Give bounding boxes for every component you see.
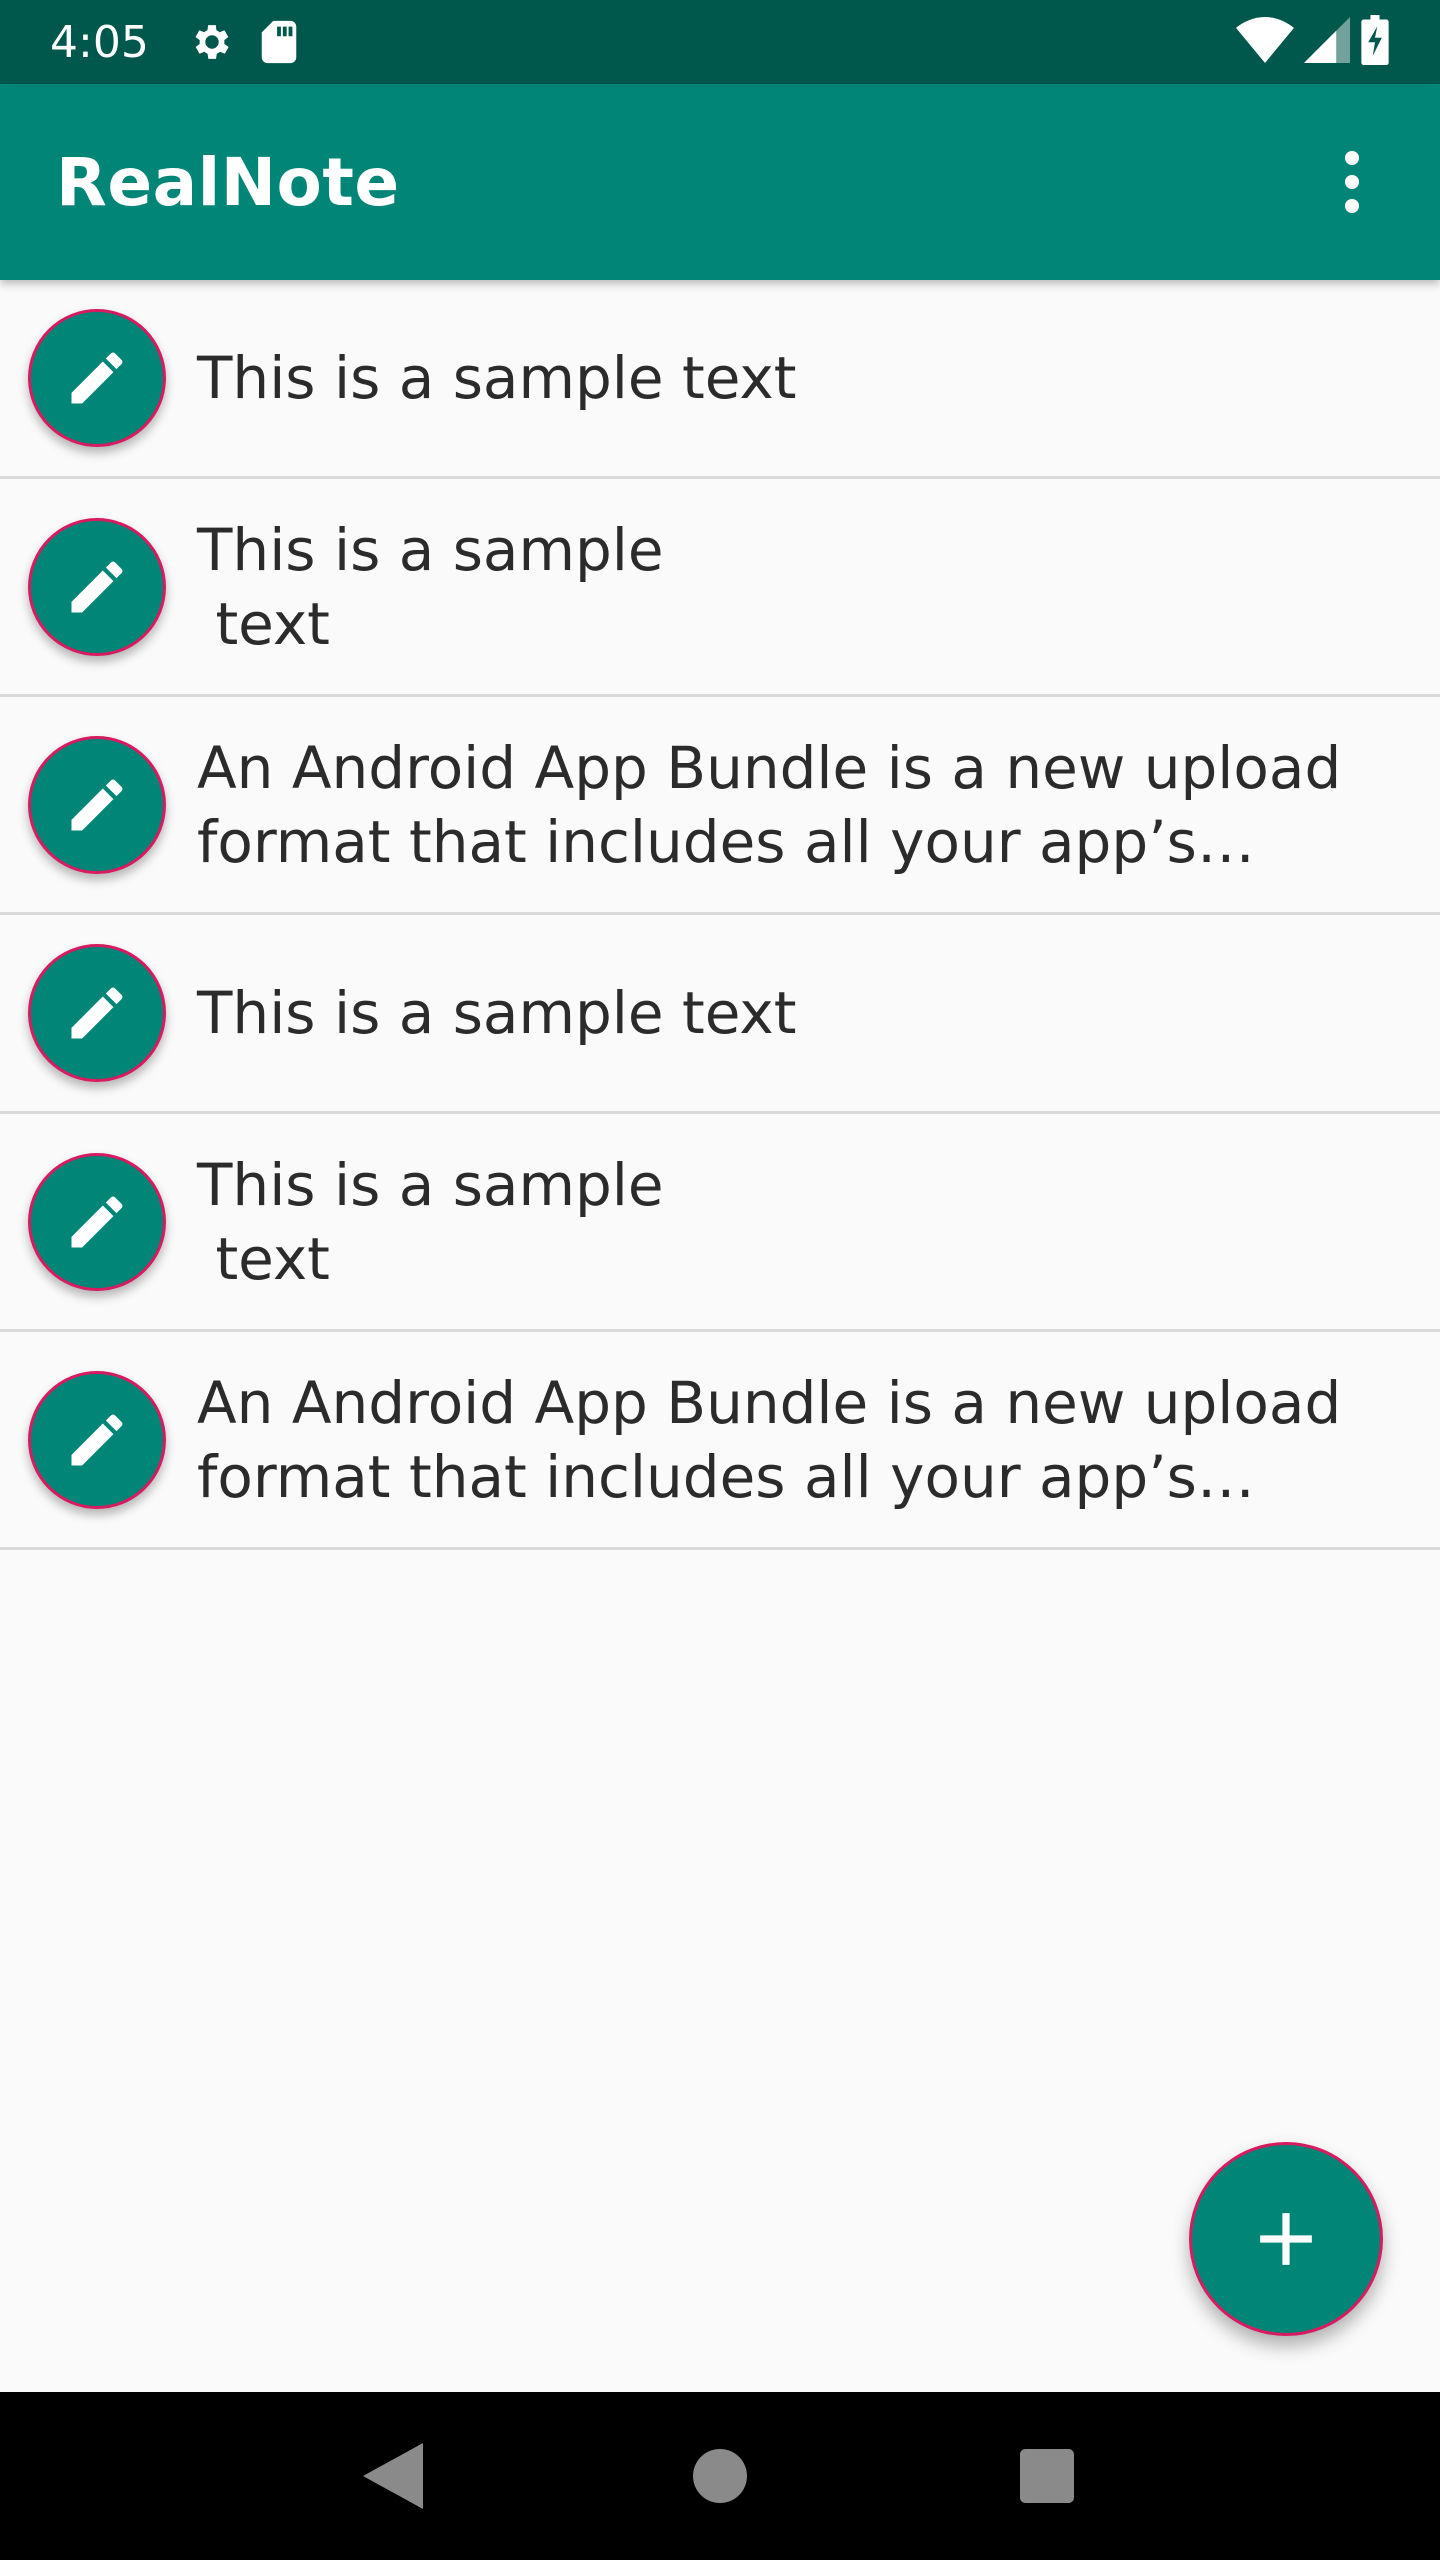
pencil-icon	[71, 1413, 123, 1465]
wifi-icon	[1236, 16, 1294, 68]
note-text: This is a sample text	[197, 979, 797, 1047]
note-text: This is a sample text	[197, 344, 797, 412]
edit-note-button[interactable]	[28, 309, 166, 447]
add-note-button[interactable]	[1189, 2142, 1383, 2336]
note-list: This is a sample text This is a sample t…	[0, 280, 1440, 1550]
pencil-icon	[71, 987, 123, 1039]
status-right-group	[1236, 14, 1390, 70]
sd-card-icon	[259, 19, 299, 65]
pencil-icon	[71, 560, 123, 612]
screen: 4:05 RealNote This is a sample text This…	[0, 0, 1440, 2560]
back-icon[interactable]	[333, 2416, 453, 2536]
list-item[interactable]: This is a sample text	[0, 1114, 1440, 1332]
list-item[interactable]: This is a sample text	[0, 915, 1440, 1114]
status-bar: 4:05	[0, 0, 1440, 84]
pencil-icon	[71, 778, 123, 830]
note-text: This is a sample text	[197, 1150, 664, 1293]
edit-note-button[interactable]	[28, 1152, 166, 1291]
note-text: An Android App Bundle is a new upload fo…	[197, 1368, 1342, 1511]
plus-icon	[1260, 2213, 1312, 2265]
gear-icon	[189, 19, 235, 65]
more-vert-icon[interactable]	[1320, 132, 1384, 232]
pencil-icon	[71, 352, 123, 404]
list-item[interactable]: This is a sample text	[0, 479, 1440, 697]
edit-note-button[interactable]	[28, 517, 166, 656]
list-item[interactable]: An Android App Bundle is a new upload fo…	[0, 1332, 1440, 1550]
status-time: 4:05	[50, 16, 149, 68]
note-text: An Android App Bundle is a new upload fo…	[197, 733, 1342, 876]
edit-note-button[interactable]	[28, 735, 166, 874]
navigation-bar	[0, 2392, 1440, 2560]
edit-note-button[interactable]	[28, 1370, 166, 1509]
pencil-icon	[71, 1195, 123, 1247]
note-text: This is a sample text	[197, 515, 664, 658]
app-bar: RealNote	[0, 84, 1440, 280]
list-item[interactable]: An Android App Bundle is a new upload fo…	[0, 697, 1440, 915]
app-title: RealNote	[56, 143, 400, 221]
list-item[interactable]: This is a sample text	[0, 280, 1440, 479]
edit-note-button[interactable]	[28, 944, 166, 1082]
battery-charging-icon	[1360, 14, 1390, 70]
home-icon[interactable]	[660, 2416, 780, 2536]
signal-icon	[1304, 16, 1350, 68]
recents-icon[interactable]	[987, 2416, 1107, 2536]
